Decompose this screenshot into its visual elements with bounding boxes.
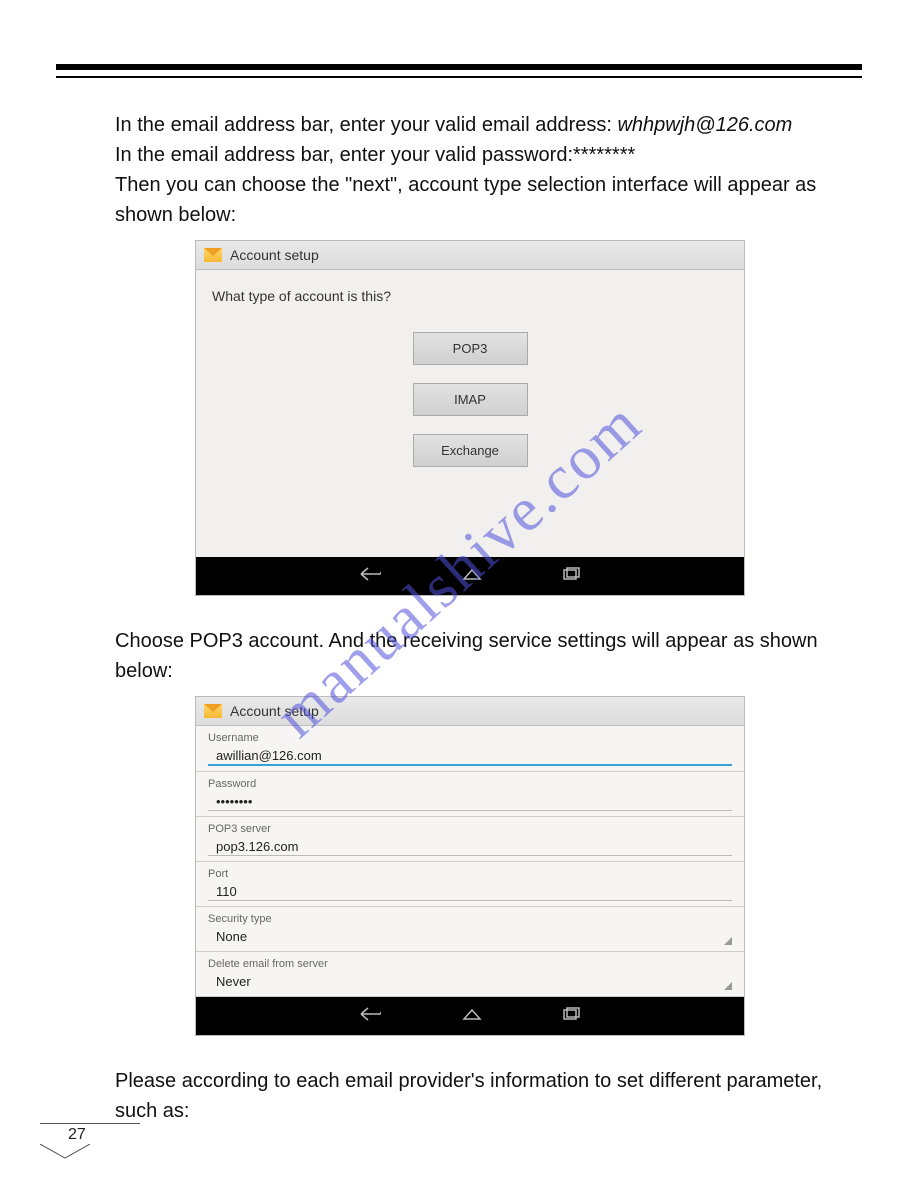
- intro-email-example: whhpwjh@126.com: [617, 114, 792, 136]
- screenshot2-title: Account setup: [230, 703, 319, 719]
- page-content: In the email address bar, enter your val…: [115, 110, 862, 1126]
- port-row: Port 110: [196, 862, 744, 907]
- screenshot1-body: What type of account is this? POP3 IMAP …: [196, 270, 744, 557]
- username-label: Username: [208, 732, 732, 744]
- recent-apps-icon[interactable]: [563, 1007, 581, 1025]
- delete-email-row: Delete email from server Never: [196, 952, 744, 997]
- android-nav-bar: [196, 557, 744, 595]
- chevron-down-icon: [724, 982, 732, 990]
- screenshot1-header: Account setup: [196, 241, 744, 270]
- screenshot1-title: Account setup: [230, 247, 319, 263]
- delete-email-dropdown[interactable]: Never: [208, 972, 732, 991]
- screenshot-account-type: Account setup What type of account is th…: [195, 240, 745, 596]
- security-type-row: Security type None: [196, 907, 744, 952]
- page-number: 27: [68, 1126, 140, 1144]
- username-field[interactable]: awillian@126.com: [208, 746, 732, 766]
- account-type-prompt: What type of account is this?: [212, 288, 728, 304]
- password-field[interactable]: ••••••••: [208, 792, 732, 811]
- back-icon[interactable]: [359, 1007, 381, 1025]
- intro-prefix: In the email address bar, enter your val…: [115, 114, 617, 136]
- page-header-rules: [56, 64, 862, 78]
- outro-paragraph: Please according to each email provider'…: [115, 1066, 862, 1126]
- mid-paragraph: Choose POP3 account. And the receiving s…: [115, 626, 862, 686]
- pop3-server-label: POP3 server: [208, 823, 732, 835]
- home-icon[interactable]: [461, 567, 483, 585]
- recent-apps-icon[interactable]: [563, 567, 581, 585]
- port-field[interactable]: 110: [208, 882, 732, 901]
- back-icon[interactable]: [359, 567, 381, 585]
- username-row: Username awillian@126.com: [196, 726, 744, 772]
- page-footer: 27: [40, 1123, 140, 1160]
- security-type-label: Security type: [208, 913, 732, 925]
- pop3-button[interactable]: POP3: [413, 332, 528, 365]
- pop3-server-row: POP3 server pop3.126.com: [196, 817, 744, 862]
- password-label: Password: [208, 778, 732, 790]
- port-label: Port: [208, 868, 732, 880]
- imap-button[interactable]: IMAP: [413, 383, 528, 416]
- intro-line-1: In the email address bar, enter your val…: [115, 110, 862, 140]
- exchange-button[interactable]: Exchange: [413, 434, 528, 467]
- mail-icon: [204, 704, 222, 718]
- android-nav-bar: [196, 997, 744, 1035]
- password-row: Password ••••••••: [196, 772, 744, 817]
- screenshot2-body: Username awillian@126.com Password •••••…: [196, 726, 744, 997]
- pop3-server-field[interactable]: pop3.126.com: [208, 837, 732, 856]
- delete-email-label: Delete email from server: [208, 958, 732, 970]
- intro-line-2: In the email address bar, enter your val…: [115, 140, 862, 170]
- screenshot2-header: Account setup: [196, 697, 744, 726]
- home-icon[interactable]: [461, 1007, 483, 1025]
- security-type-dropdown[interactable]: None: [208, 927, 732, 946]
- mail-icon: [204, 248, 222, 262]
- footer-chevron-icon: [40, 1144, 90, 1160]
- screenshot-pop3-settings: Account setup Username awillian@126.com …: [195, 696, 745, 1036]
- intro-line-3: Then you can choose the "next", account …: [115, 170, 862, 230]
- account-type-buttons: POP3 IMAP Exchange: [212, 332, 728, 467]
- chevron-down-icon: [724, 937, 732, 945]
